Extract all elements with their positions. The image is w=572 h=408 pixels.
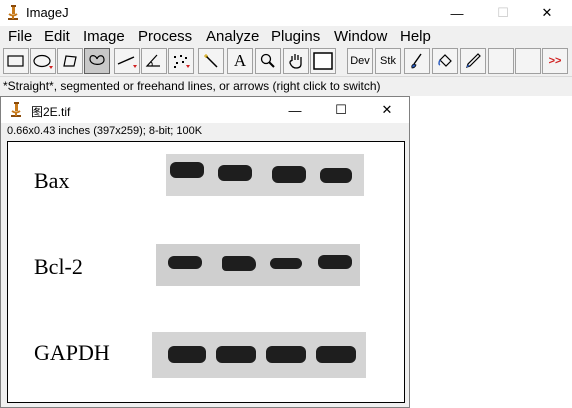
- close-icon: ✕: [381, 102, 393, 117]
- image-window: 图2E.tif — ☐ ✕ 0.66x0.43 inches (397x259)…: [0, 96, 410, 408]
- flood-fill-icon: [438, 54, 452, 67]
- blot-label-gapdh: GAPDH: [34, 340, 110, 365]
- color-picker-icon: [313, 52, 333, 70]
- more-tools-button[interactable]: >>: [542, 48, 568, 74]
- polygon-tool[interactable]: [57, 48, 83, 74]
- image-info: 0.66x0.43 inches (397x259); 8-bit; 100K: [7, 125, 203, 137]
- main-titlebar[interactable]: ImageJ — ☐ ✕: [0, 0, 572, 26]
- oval-tool[interactable]: [30, 48, 56, 74]
- blot-strip-bax: [166, 154, 364, 196]
- menu-window[interactable]: Window: [334, 28, 387, 45]
- band: [170, 162, 204, 178]
- menu-plugins[interactable]: Plugins: [271, 28, 320, 45]
- image-window-titlebar[interactable]: 图2E.tif — ☐ ✕: [1, 97, 409, 123]
- blot-strip-bcl2: [156, 244, 360, 286]
- blot-label-bcl2: Bcl-2: [34, 254, 83, 279]
- menu-analyze[interactable]: Analyze: [206, 28, 259, 45]
- menu-file[interactable]: File: [8, 28, 32, 45]
- microscope-icon: [8, 5, 18, 20]
- band: [266, 346, 306, 363]
- image-minimize-button[interactable]: —: [273, 97, 317, 123]
- pencil-tool[interactable]: [460, 48, 486, 74]
- oval-icon: [33, 54, 53, 69]
- band: [318, 255, 352, 269]
- multi-point-tool[interactable]: [168, 48, 194, 74]
- band: [218, 165, 252, 181]
- text-tool[interactable]: A: [227, 48, 253, 74]
- image-window-title: 图2E.tif: [31, 105, 71, 119]
- developer-menu-label: Dev: [350, 55, 370, 67]
- minimize-icon: —: [288, 102, 302, 118]
- toolbar: A Dev Stk >>: [0, 46, 572, 76]
- rectangle-icon: [7, 55, 24, 67]
- maximize-icon: ☐: [497, 5, 509, 20]
- empty-tool-slot-2: [515, 48, 541, 74]
- wand-tool[interactable]: [198, 48, 224, 74]
- status-bar: *Straight*, segmented or freehand lines,…: [0, 76, 572, 96]
- more-tools-label: >>: [548, 55, 562, 67]
- brush-tool[interactable]: [404, 48, 430, 74]
- maximize-button: ☐: [480, 0, 526, 26]
- image-canvas[interactable]: Bax Bcl-2 GAPDH: [7, 141, 405, 403]
- band: [272, 166, 306, 183]
- band: [168, 256, 202, 269]
- empty-tool-slot-1: [488, 48, 514, 74]
- straight-line-tool[interactable]: [114, 48, 140, 74]
- image-maximize-button[interactable]: ☐: [319, 97, 363, 123]
- image-close-button[interactable]: ✕: [365, 97, 409, 123]
- hand-tool[interactable]: [283, 48, 309, 74]
- pencil-icon: [466, 53, 481, 68]
- status-text: *Straight*, segmented or freehand lines,…: [3, 79, 381, 93]
- polygon-icon: [63, 55, 77, 67]
- microscope-icon: [11, 102, 21, 117]
- menu-process[interactable]: Process: [138, 28, 192, 45]
- minimize-button[interactable]: —: [434, 0, 480, 26]
- color-picker-tool[interactable]: [310, 48, 336, 74]
- band: [222, 256, 256, 271]
- magnifying-glass-tool[interactable]: [255, 48, 281, 74]
- minimize-icon: —: [450, 5, 464, 21]
- band: [270, 258, 302, 269]
- multi-point-icon: [174, 55, 190, 68]
- blot-label-bax: Bax: [34, 168, 70, 193]
- angle-icon: [145, 54, 160, 67]
- brush-icon: [411, 53, 422, 69]
- menubar: File Edit Image Process Analyze Plugins …: [0, 26, 572, 46]
- maximize-icon: ☐: [335, 102, 347, 117]
- line-icon: [117, 56, 137, 68]
- hand-icon: [289, 54, 302, 69]
- close-icon: ✕: [541, 5, 553, 20]
- menu-edit[interactable]: Edit: [44, 28, 70, 45]
- band: [320, 168, 352, 183]
- text-tool-label: A: [233, 51, 247, 70]
- stacks-menu[interactable]: Stk: [375, 48, 401, 74]
- freehand-icon: [89, 55, 105, 65]
- flood-fill-tool[interactable]: [432, 48, 458, 74]
- freehand-tool[interactable]: [84, 48, 110, 74]
- close-button[interactable]: ✕: [524, 0, 570, 26]
- blot-strip-gapdh: [152, 332, 366, 378]
- magnifier-icon: [260, 53, 275, 68]
- band: [316, 346, 356, 363]
- menu-help[interactable]: Help: [400, 28, 431, 45]
- rectangle-tool[interactable]: [3, 48, 29, 74]
- developer-menu[interactable]: Dev: [347, 48, 373, 74]
- app-title: ImageJ: [26, 5, 69, 20]
- menu-image[interactable]: Image: [83, 28, 125, 45]
- stacks-menu-label: Stk: [380, 55, 396, 67]
- wand-icon: [204, 54, 218, 68]
- imagej-main-window: ImageJ — ☐ ✕ File Edit Image Process Ana…: [0, 0, 572, 96]
- band: [216, 346, 256, 363]
- angle-tool[interactable]: [141, 48, 167, 74]
- band: [168, 346, 206, 363]
